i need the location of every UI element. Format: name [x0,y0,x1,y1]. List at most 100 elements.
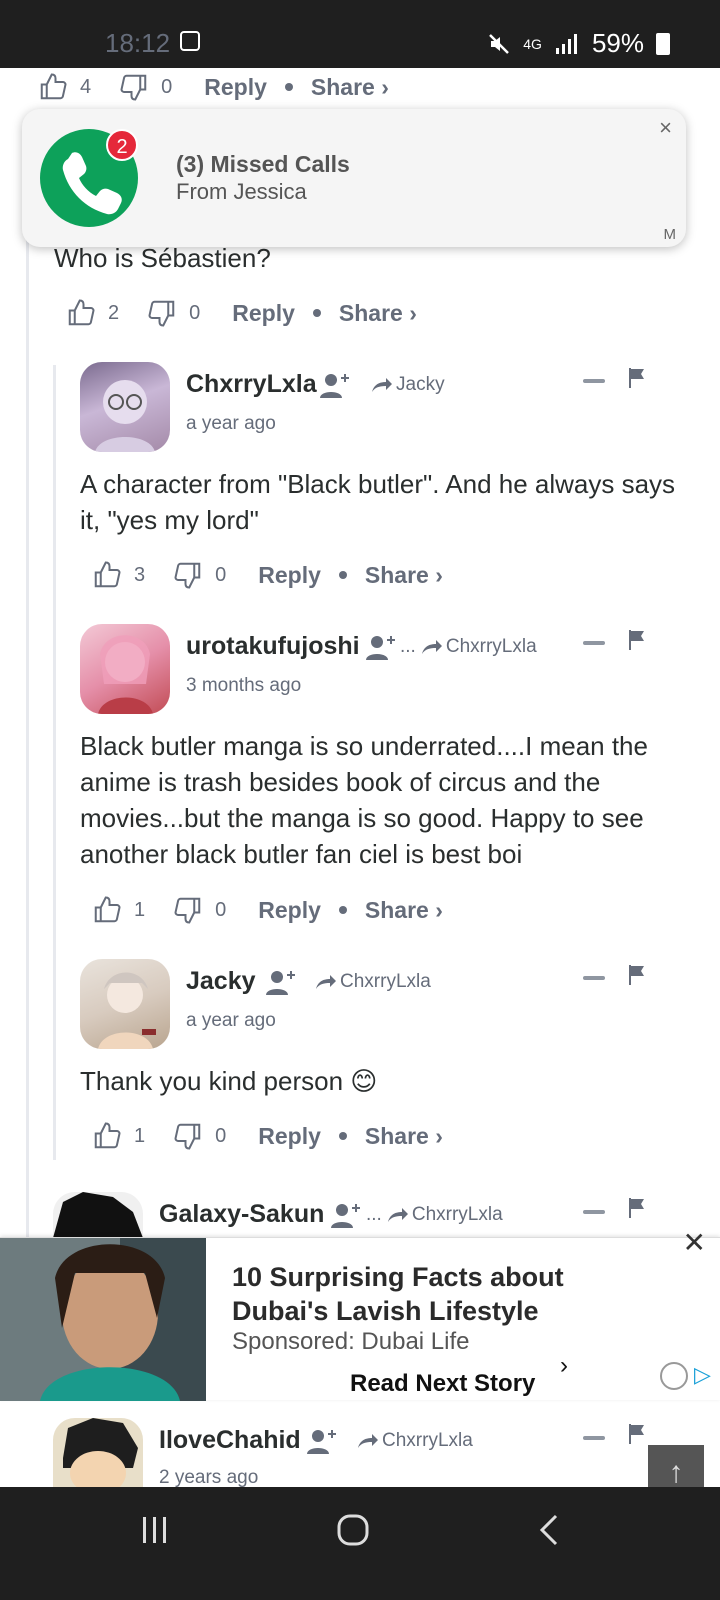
clock: 18:12 [105,28,171,58]
upvote-button[interactable]: 4 [38,72,119,102]
read-next-story-button[interactable]: Read Next Story [350,1370,535,1398]
missed-call-notification[interactable]: 2 (3) Missed Calls From Jessica × M [22,109,686,247]
mute-icon [489,33,510,54]
downvote-button[interactable]: 0 [173,895,254,925]
system-navigation-bar [0,1487,720,1600]
avatar-art [53,1192,143,1238]
follow-user-icon[interactable] [266,969,296,995]
home-icon[interactable] [336,1513,370,1547]
avatar[interactable] [53,1418,143,1487]
recent-apps-icon[interactable] [140,1515,170,1545]
comment-actions-top: 4 0 Reply Share › [38,72,389,102]
downvote-button[interactable]: 0 [147,298,228,328]
reply-link[interactable]: Reply [232,300,295,327]
app-glyph: M [663,226,677,243]
separator-dot [312,309,321,317]
screenshot-icon [180,31,200,51]
reply-link[interactable]: Reply [204,74,267,101]
flag-icon[interactable] [629,1424,645,1444]
avatar-art [98,972,156,1049]
notification-close-button[interactable]: × [659,115,672,141]
collapse-button[interactable] [583,1436,605,1440]
upvote-button[interactable]: 3 [92,560,173,590]
chevron-right-icon[interactable]: › [560,1352,568,1380]
comment-timestamp[interactable]: a year ago [186,413,276,435]
share-link[interactable]: Share › [365,897,443,924]
downvote-count: 0 [215,563,227,586]
avatar[interactable] [53,1192,143,1238]
downvote-count: 0 [189,301,201,324]
collapse-button[interactable] [583,1210,605,1214]
reply-link[interactable]: Reply [258,562,321,589]
ad-info-icon[interactable] [660,1362,688,1390]
notification-title: (3) Missed Calls [176,151,350,177]
comment-author[interactable]: IloveChahid [159,1426,301,1455]
follow-user-icon[interactable] [366,634,396,660]
ad-banner[interactable]: 10 Surprising Facts about Dubai's Lavish… [0,1227,720,1401]
share-link[interactable]: Share › [339,300,417,327]
thumbs-up-icon [68,299,95,326]
adchoices-icon[interactable]: ▷ [694,1362,711,1388]
avatar-art [63,1418,138,1487]
share-link[interactable]: Share › [311,74,389,101]
downvote-button[interactable]: 0 [119,72,200,102]
collapse-button[interactable] [583,641,605,645]
flag-icon[interactable] [629,1198,645,1218]
ad-sponsor: Sponsored: Dubai Life [232,1328,470,1355]
comment-actions: 2 0 Reply Share › [66,298,417,328]
reply-link[interactable]: Reply [258,897,321,924]
follow-user-icon[interactable] [320,372,350,398]
ad-image[interactable] [0,1238,206,1401]
separator-dot [338,906,347,914]
comment-timestamp[interactable]: a year ago [186,1010,276,1032]
downvote-button[interactable]: 0 [173,560,254,590]
battery-percent: 59% [591,28,644,58]
reply-to-name: ChxrryLxla [411,1204,503,1225]
comment-author[interactable]: Jacky [186,967,256,996]
comment-author[interactable]: Galaxy-Sakun [159,1200,324,1229]
comment-author[interactable]: urotakufujoshi [186,632,360,661]
upvote-button[interactable]: 1 [92,1121,173,1151]
thread-line-inner [53,365,56,1160]
avatar[interactable] [80,959,170,1049]
upvote-button[interactable]: 1 [92,895,173,925]
avatar[interactable] [80,624,170,714]
follow-user-icon[interactable] [331,1202,361,1228]
collapse-button[interactable] [583,976,605,980]
flag-icon[interactable] [629,630,645,650]
upvote-count: 1 [134,898,146,921]
reply-link[interactable]: Reply [258,1123,321,1150]
reply-to-link[interactable]: ChxrryLxla [356,1430,473,1452]
share-link[interactable]: Share › [365,562,443,589]
upvote-count: 2 [108,301,120,324]
comment-text: Thank you kind person 😊 [80,1066,378,1096]
upvote-button[interactable]: 2 [66,298,147,328]
ad-headline[interactable]: 10 Surprising Facts about Dubai's Lavish… [232,1260,652,1328]
back-icon[interactable] [538,1513,560,1547]
reply-to-link[interactable]: ChxrryLxla [314,971,431,993]
avatar[interactable] [80,362,170,452]
separator-dot [284,83,293,91]
network-type: 4G [523,35,542,52]
downvote-button[interactable]: 0 [173,1121,254,1151]
share-link[interactable]: Share › [365,1123,443,1150]
comment-text: A character from "Black butler". And he … [80,469,676,535]
comment-timestamp[interactable]: 2 years ago [159,1467,258,1487]
reply-to-link[interactable]: Jacky [370,374,445,396]
reply-to-name: Jacky [396,374,445,395]
ad-close-button[interactable]: ✕ [683,1226,706,1259]
reply-to-link[interactable]: ... ChxrryLxla [366,1204,503,1226]
thumbs-down-icon [174,1123,201,1150]
reply-to-name: ChxrryLxla [445,636,537,657]
flag-icon[interactable] [629,368,645,388]
collapse-button[interactable] [583,379,605,383]
thread-line-outer [26,240,29,1240]
downvote-count: 0 [215,1124,227,1147]
follow-user-icon[interactable] [307,1428,337,1454]
flag-icon[interactable] [629,965,645,985]
upvote-count: 4 [80,75,92,98]
comment-timestamp[interactable]: 3 months ago [186,675,301,697]
comment-author[interactable]: ChxrryLxla [186,370,317,399]
separator-dot [338,571,347,579]
reply-to-link[interactable]: ... ChxrryLxla [400,636,537,658]
